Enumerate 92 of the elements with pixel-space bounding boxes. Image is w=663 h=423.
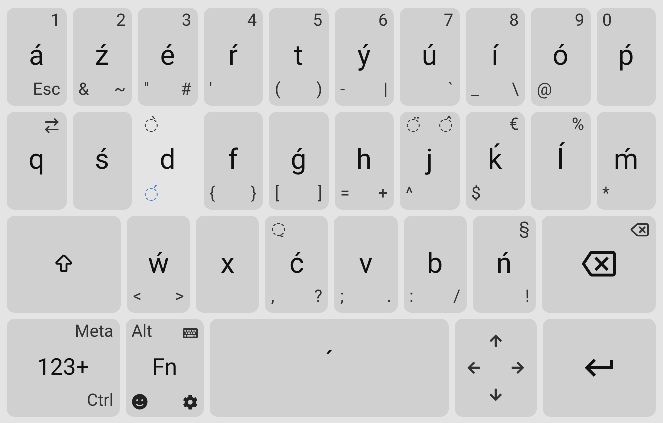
key-hint: Esc: [33, 80, 60, 102]
key[interactable]: f { }: [204, 112, 263, 210]
key-hint: +: [378, 184, 388, 206]
key-hint: $: [472, 184, 482, 206]
key[interactable]: 2 ź & ~: [72, 8, 132, 106]
key-hint: \: [512, 80, 519, 102]
key-hint: _: [472, 80, 480, 102]
key-hint: {: [210, 184, 216, 206]
key-hint: :: [410, 287, 414, 310]
key-hint: <: [133, 287, 142, 310]
key-hint: ◌̀: [144, 114, 159, 137]
key[interactable]: ś: [72, 112, 132, 210]
settings-icon: [182, 394, 198, 410]
arrow-keys[interactable]: [455, 319, 538, 417]
key-hint: %: [572, 114, 584, 137]
key[interactable]: h = +: [334, 112, 394, 210]
key-hint: ': [210, 80, 212, 102]
key-hint: /: [454, 287, 461, 310]
key-hint: ◌́: [144, 184, 159, 206]
key[interactable]: € ḱ $: [466, 112, 525, 210]
key[interactable]: ´: [210, 319, 450, 417]
key-hint: -: [340, 80, 346, 102]
key[interactable]: ◌̨ ć , ?: [265, 216, 328, 314]
key[interactable]: q: [7, 112, 66, 210]
key-hint: >: [175, 287, 184, 310]
key[interactable]: v ; .: [334, 216, 398, 314]
key[interactable]: 5 t ( ): [269, 8, 328, 106]
key-hint: 5: [312, 11, 322, 33]
key-hint: .: [387, 287, 392, 310]
key[interactable]: 0 ṕ: [596, 8, 656, 106]
smiley-icon: [132, 394, 148, 410]
key-hint: 0: [602, 11, 612, 33]
key[interactable]: 6 ý - |: [334, 8, 394, 106]
key-hint: 6: [378, 11, 388, 33]
key[interactable]: ḿ *: [596, 112, 656, 210]
key[interactable]: ǵ [ ]: [269, 112, 328, 210]
key-hint: ]: [318, 184, 322, 206]
key-hint: ): [316, 80, 322, 102]
key-hint: ;: [340, 287, 344, 310]
key[interactable]: 8 í _ \: [466, 8, 525, 106]
key-hint: ◌̨: [271, 218, 286, 240]
key[interactable]: x: [196, 216, 260, 314]
key-hint: €: [509, 114, 519, 137]
key-hint: Alt: [132, 322, 152, 344]
key-hint: &: [78, 80, 90, 102]
key-hint: }: [251, 184, 257, 206]
keyboard-icon: [182, 326, 198, 341]
key[interactable]: % ĺ: [531, 112, 590, 210]
key-hint: ◌̈: [406, 114, 421, 137]
key[interactable]: [542, 216, 656, 314]
key-hint: 9: [574, 11, 584, 33]
key-hint: 2: [116, 11, 126, 33]
key-hint: |: [384, 80, 388, 102]
key-hint: 3: [182, 11, 192, 33]
key[interactable]: ◌̈ ◌̂ j ^: [400, 112, 460, 210]
key-hint: Ctrl: [87, 391, 114, 413]
key[interactable]: Alt Fn: [126, 319, 204, 417]
key-hint: 7: [444, 11, 454, 33]
key-hint: !: [525, 287, 530, 310]
key[interactable]: § ń !: [472, 216, 536, 314]
key[interactable]: 7 ú `: [400, 8, 460, 106]
key-hint: 1: [50, 11, 60, 33]
key[interactable]: 9 ó @: [531, 8, 590, 106]
key[interactable]: b : /: [404, 216, 467, 314]
key-hint: 4: [247, 11, 257, 33]
key-hint: 8: [509, 11, 519, 33]
key-hint: #: [181, 80, 192, 102]
key-hint: [: [275, 184, 280, 206]
key-hint: *: [602, 184, 610, 206]
key-hint: ,: [271, 287, 275, 310]
key-hint: ~: [114, 80, 126, 102]
arrow-right-icon[interactable]: [511, 361, 526, 376]
key-hint: ◌̂: [438, 114, 454, 137]
key-hint: ": [144, 80, 150, 102]
key-hint: ?: [314, 287, 322, 310]
key-hint: Meta: [75, 322, 114, 344]
tab-arrows-icon: [42, 116, 60, 135]
key[interactable]: 1 á Esc: [7, 8, 66, 106]
arrow-up-icon[interactable]: [489, 334, 504, 348]
key-hint: `: [448, 80, 454, 102]
key-hint: =: [340, 184, 350, 206]
key[interactable]: 3 é " #: [138, 8, 198, 106]
key-hint: ^: [406, 184, 414, 206]
arrow-left-icon[interactable]: [467, 361, 482, 376]
key[interactable]: ẃ < >: [127, 216, 190, 314]
shift-icon: [53, 252, 76, 275]
key-hint: @: [537, 80, 552, 102]
key-hint: (: [275, 80, 281, 102]
key[interactable]: Meta 123+ Ctrl: [7, 319, 120, 417]
key[interactable]: 4 ŕ ': [204, 8, 263, 106]
arrow-down-icon[interactable]: [489, 388, 504, 402]
key-hint: §: [519, 218, 530, 240]
